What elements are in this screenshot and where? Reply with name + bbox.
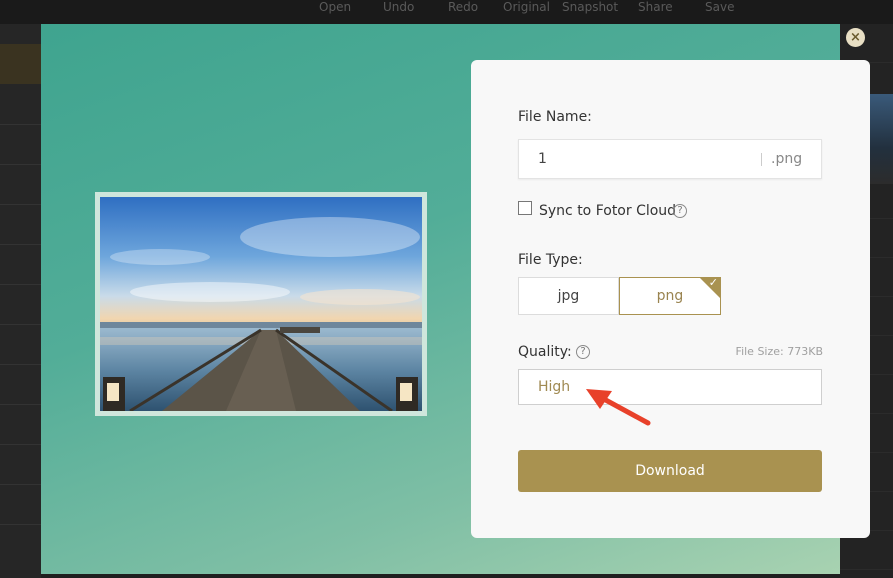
menu-share[interactable]: Share [638, 0, 673, 24]
download-button[interactable]: Download [518, 450, 822, 492]
left-panel-background [0, 24, 41, 578]
menu-undo[interactable]: Undo [383, 0, 414, 24]
menu-original[interactable]: Original [503, 0, 550, 24]
quality-select[interactable]: High [518, 369, 822, 405]
menu-open[interactable]: Open [319, 0, 351, 24]
image-thumbnail[interactable] [870, 94, 893, 184]
annotation-arrow-icon [586, 389, 651, 426]
extension-divider [761, 153, 762, 166]
left-panel-row [0, 364, 41, 365]
quality-help-icon[interactable]: ? [576, 345, 590, 359]
left-panel-row [0, 404, 41, 405]
file-name-label: File Name: [518, 109, 592, 125]
file-size-text: File Size: 773KB [735, 345, 823, 358]
left-panel-row [0, 164, 41, 165]
export-settings-card: File Name: 1 .png Sync to Fotor Cloud ? … [471, 60, 870, 538]
left-panel-row [0, 244, 41, 245]
menu-redo[interactable]: Redo [448, 0, 478, 24]
file-name-input[interactable]: 1 .png [518, 139, 822, 179]
menu-snapshot[interactable]: Snapshot [562, 0, 618, 24]
image-preview-frame [95, 192, 427, 416]
pier-sunset-image [100, 197, 422, 411]
save-dialog: File Name: 1 .png Sync to Fotor Cloud ? … [41, 24, 870, 574]
file-type-jpg-button[interactable]: jpg [518, 277, 619, 315]
sync-help-icon[interactable]: ? [673, 204, 687, 218]
left-panel-row [0, 284, 41, 285]
checkmark-icon: ✓ [708, 276, 718, 289]
file-type-png-label: png [656, 288, 684, 304]
file-type-png-button[interactable]: png ✓ [619, 276, 721, 315]
left-panel-row [0, 324, 41, 325]
menu-save[interactable]: Save [705, 0, 734, 24]
app-toolbar: Open Undo Redo Original Snapshot Share S… [0, 0, 893, 24]
file-extension: .png [771, 151, 803, 167]
left-panel-row [0, 204, 41, 205]
sync-label[interactable]: Sync to Fotor Cloud [539, 203, 676, 219]
quality-value: High [538, 379, 571, 395]
left-panel-row [0, 124, 41, 125]
file-type-label: File Type: [518, 252, 583, 268]
left-panel-highlight [0, 44, 41, 84]
left-panel-row [0, 524, 41, 525]
left-panel-row [0, 444, 41, 445]
image-preview [100, 197, 422, 411]
close-icon[interactable]: × [846, 28, 865, 47]
file-name-value[interactable]: 1 [538, 151, 547, 167]
quality-label: Quality: [518, 344, 572, 360]
left-panel-row [0, 484, 41, 485]
sync-checkbox[interactable] [518, 201, 532, 215]
